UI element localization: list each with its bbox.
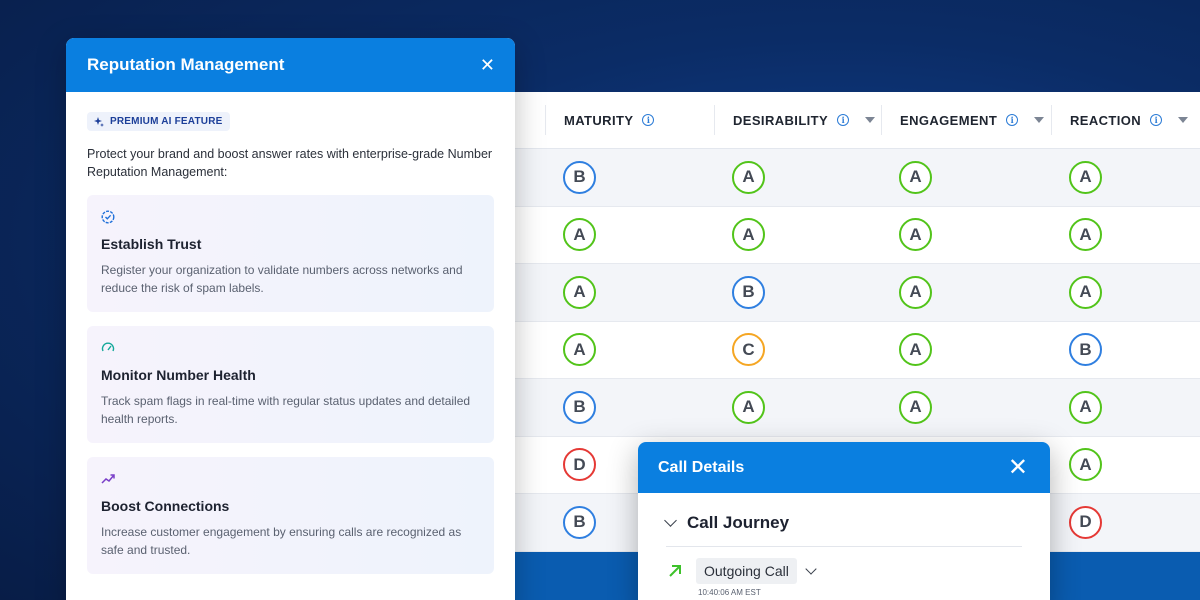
call-journey-toggle[interactable]: Call Journey: [664, 513, 1022, 547]
sort-caret-icon[interactable]: [1178, 117, 1189, 123]
chevron-down-icon[interactable]: [805, 562, 817, 575]
grade-badge: A: [1069, 448, 1102, 482]
grade-badge: A: [899, 160, 932, 194]
grade-badge: A: [732, 390, 765, 424]
grade-badge: A: [732, 160, 765, 194]
feature-card-establish-trust: Establish Trust Register your organizati…: [87, 194, 494, 312]
grade-cell: A: [545, 322, 714, 379]
panel-title: Call Details: [658, 458, 745, 476]
reputation-management-panel: Reputation Management ✕ PREMIUM AI FEATU…: [66, 38, 515, 600]
column-label: ENGAGEMENT: [900, 112, 998, 128]
grade-badge: A: [563, 275, 596, 309]
grade-badge: A: [1069, 390, 1102, 424]
grade-cell: A: [545, 264, 714, 321]
panel-intro: Protect your brand and boost answer rate…: [87, 146, 493, 179]
grade-badge: D: [563, 448, 596, 482]
grade-cell: A: [881, 149, 1051, 206]
column-label: REACTION: [1070, 112, 1142, 128]
close-icon[interactable]: ✕: [480, 56, 495, 74]
grade-cell: A: [714, 379, 881, 436]
panel-header: Call Details ✕: [638, 442, 1050, 493]
table-header: MATURITY i DESIRABILITY i ENGAGEMENT i R…: [515, 92, 1200, 149]
column-header-desirability[interactable]: DESIRABILITY i: [714, 105, 876, 135]
chevron-down-icon: [664, 514, 677, 527]
grade-badge: C: [732, 333, 765, 367]
grade-cell: C: [714, 322, 881, 379]
section-title: Call Journey: [687, 513, 790, 532]
grade-badge: D: [1069, 505, 1102, 539]
grade-cell: A: [714, 149, 881, 206]
grade-badge: B: [1069, 333, 1102, 367]
grade-cell: B: [714, 264, 881, 321]
feature-description: Track spam flags in real-time with regul…: [101, 393, 471, 426]
close-icon[interactable]: ✕: [1008, 455, 1028, 480]
grade-cell: A: [714, 207, 881, 264]
grade-badge: A: [563, 218, 596, 252]
column-label: DESIRABILITY: [733, 112, 829, 128]
grade-badge: A: [899, 275, 932, 309]
grade-cell: A: [881, 207, 1051, 264]
call-details-panel: Call Details ✕ Call Journey Outgoing Cal…: [638, 442, 1050, 600]
grade-badge: B: [563, 390, 596, 424]
info-icon[interactable]: i: [642, 114, 655, 126]
outgoing-call-arrow-icon: [669, 565, 681, 577]
column-label: MATURITY: [564, 112, 634, 128]
panel-title: Reputation Management: [87, 55, 285, 74]
grade-cell: A: [1051, 207, 1200, 264]
info-icon[interactable]: i: [837, 114, 850, 126]
grade-badge: B: [563, 505, 596, 539]
column-header-maturity[interactable]: MATURITY i: [545, 105, 655, 135]
grade-badge: A: [1069, 275, 1102, 309]
feature-description: Increase customer engagement by ensuring…: [101, 524, 462, 557]
trending-up-icon: [101, 473, 115, 484]
journey-event: Outgoing Call: [668, 558, 1050, 584]
grade-cell: A: [1051, 264, 1200, 321]
feature-card-boost-connections: Boost Connections Increase customer enga…: [87, 456, 494, 574]
grade-badge: A: [1069, 160, 1102, 194]
table-row[interactable]: ACAB: [515, 322, 1200, 379]
info-icon[interactable]: i: [1150, 114, 1163, 126]
table-row[interactable]: ABAA: [515, 264, 1200, 322]
sort-caret-icon[interactable]: [1034, 117, 1045, 123]
grade-cell: A: [1051, 379, 1200, 436]
grade-cell: B: [1051, 322, 1200, 379]
column-header-engagement[interactable]: ENGAGEMENT i: [881, 105, 1045, 135]
feature-description: Register your organization to validate n…: [101, 262, 463, 295]
info-icon[interactable]: i: [1006, 114, 1019, 126]
event-label[interactable]: Outgoing Call: [696, 558, 797, 584]
grade-badge: A: [899, 218, 932, 252]
grade-cell: B: [545, 379, 714, 436]
grade-badge: A: [899, 333, 932, 367]
sort-caret-icon[interactable]: [865, 117, 876, 123]
gauge-icon: [101, 342, 115, 351]
grade-cell: A: [1051, 437, 1200, 494]
column-header-reaction[interactable]: REACTION i: [1051, 105, 1189, 135]
feature-title: Monitor Number Health: [101, 366, 256, 383]
grade-cell: A: [881, 379, 1051, 436]
grade-badge: A: [732, 218, 765, 252]
badge-label: PREMIUM AI FEATURE: [110, 116, 223, 127]
feature-title: Establish Trust: [101, 235, 202, 252]
table-row[interactable]: BAAA: [515, 149, 1200, 207]
feature-card-monitor-health: Monitor Number Health Track spam flags i…: [87, 325, 494, 443]
grade-cell: B: [545, 149, 714, 206]
event-timestamp: 10:40:06 AM EST: [698, 588, 761, 597]
grade-cell: A: [881, 264, 1051, 321]
grade-badge: B: [563, 160, 596, 194]
grade-cell: A: [545, 207, 714, 264]
panel-header: Reputation Management ✕: [66, 38, 515, 92]
sparkle-icon: [94, 116, 104, 127]
premium-badge: PREMIUM AI FEATURE: [87, 112, 230, 131]
table-row[interactable]: AAAA: [515, 207, 1200, 264]
grade-badge: A: [563, 333, 596, 367]
grade-badge: B: [732, 275, 765, 309]
verified-check-icon: [101, 209, 115, 224]
grade-badge: A: [1069, 218, 1102, 252]
table-row[interactable]: BAAA: [515, 379, 1200, 437]
grade-cell: D: [1051, 494, 1200, 551]
grade-cell: A: [1051, 149, 1200, 206]
feature-title: Boost Connections: [101, 497, 230, 514]
grade-badge: A: [899, 390, 932, 424]
grade-cell: A: [881, 322, 1051, 379]
